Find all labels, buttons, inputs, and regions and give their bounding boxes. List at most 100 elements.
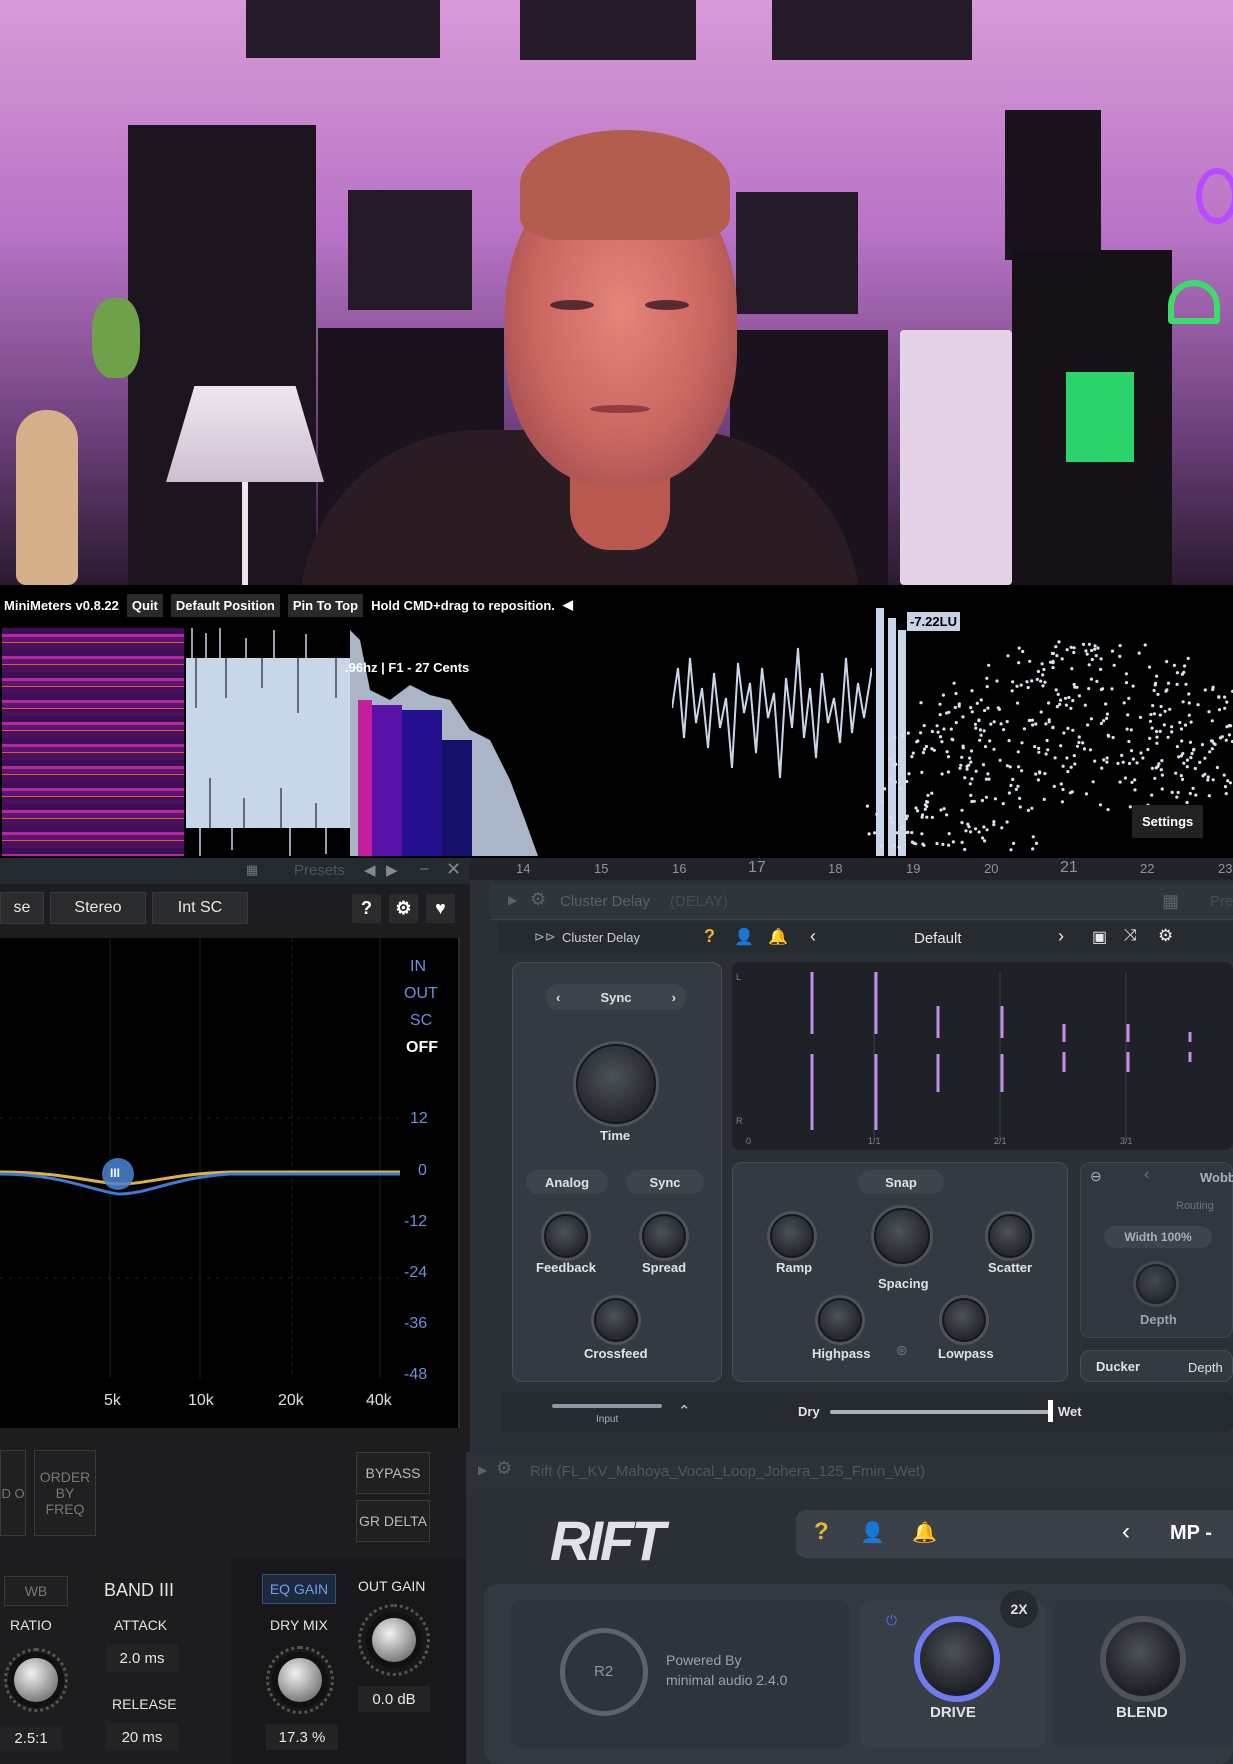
scope-dot xyxy=(979,733,983,737)
gear-icon[interactable]: ⚙ xyxy=(530,889,546,910)
wobble-toggle-icon[interactable]: ⊖ xyxy=(1090,1168,1102,1185)
power-icon[interactable]: ⏻ xyxy=(886,1612,897,1629)
gear-icon[interactable]: ⚙ xyxy=(389,894,418,923)
next-preset-icon[interactable]: ▶ xyxy=(386,861,398,879)
sync-toggle[interactable]: Sync xyxy=(626,1170,704,1194)
settings-button[interactable]: Settings xyxy=(1132,805,1204,838)
help-button[interactable]: ? xyxy=(814,1518,829,1546)
wobble-prev-icon[interactable]: ‹ xyxy=(1144,1166,1149,1184)
preset-name[interactable]: MP - xyxy=(1170,1522,1212,1545)
sync-selector[interactable]: ‹ Sync › xyxy=(546,984,686,1010)
settings-gear-icon[interactable]: ⚙ xyxy=(1158,926,1173,946)
preset-name[interactable]: Default xyxy=(914,930,962,947)
blend-knob[interactable] xyxy=(1100,1616,1186,1702)
gr-delta-button[interactable]: GR DELTA xyxy=(356,1500,430,1542)
drive-knob[interactable] xyxy=(914,1616,1000,1702)
attack-value[interactable]: 2.0 ms xyxy=(106,1644,178,1672)
collapse-up-icon[interactable]: ⌃ xyxy=(678,1402,691,1420)
depth-knob[interactable] xyxy=(1136,1264,1176,1304)
dry-mix-knob[interactable] xyxy=(278,1658,322,1702)
spacing-knob[interactable] xyxy=(874,1208,930,1264)
snap-toggle[interactable]: Snap xyxy=(858,1170,944,1194)
ramp-knob[interactable] xyxy=(770,1214,814,1258)
gear-icon[interactable]: ⚙ xyxy=(496,1458,512,1479)
bypass-button[interactable]: BYPASS xyxy=(356,1452,430,1494)
shuffle-icon[interactable]: ⤨ xyxy=(1124,927,1137,945)
release-value[interactable]: 20 ms xyxy=(106,1723,178,1751)
ratio-value[interactable]: 2.5:1 xyxy=(0,1726,62,1750)
expand-arrow-icon[interactable]: ▶ xyxy=(478,1463,487,1477)
help-button[interactable]: ? xyxy=(352,894,381,923)
bell-icon[interactable]: 🔔 xyxy=(768,927,788,947)
eq-graph[interactable]: III xyxy=(0,938,460,1428)
scope-dot xyxy=(974,726,978,730)
heart-icon[interactable]: ♥ xyxy=(426,894,455,923)
grid-icon[interactable]: ▦ xyxy=(246,862,258,878)
spread-knob[interactable] xyxy=(642,1214,686,1258)
scatter-knob[interactable] xyxy=(988,1214,1032,1258)
prev-preset-icon[interactable]: ‹ xyxy=(1122,1518,1130,1546)
ducker-depth-label[interactable]: Depth xyxy=(1188,1360,1223,1375)
out-gain-knob[interactable] xyxy=(372,1618,416,1662)
prev-preset-icon[interactable]: ‹ xyxy=(810,926,816,947)
help-button[interactable]: ? xyxy=(704,926,715,947)
presets-label[interactable]: Presets xyxy=(294,862,345,879)
out-label[interactable]: OUT xyxy=(404,985,438,1003)
pin-to-top-button[interactable]: Pin To Top xyxy=(287,593,364,617)
eq-gain-button[interactable]: EQ GAIN xyxy=(262,1574,336,1604)
tab-int-sc[interactable]: Int SC xyxy=(152,892,248,924)
width-chip[interactable]: Width 100% xyxy=(1104,1226,1212,1248)
prev-preset-icon[interactable]: ◀ xyxy=(364,861,376,879)
user-icon[interactable]: 👤 xyxy=(734,927,754,947)
tab-stereo[interactable]: Stereo xyxy=(50,892,146,924)
oversample-button[interactable]: 2X xyxy=(1000,1590,1038,1628)
dry-wet-handle[interactable] xyxy=(1048,1400,1053,1422)
user-icon[interactable]: 👤 xyxy=(860,1520,885,1545)
highpass-knob[interactable] xyxy=(818,1298,862,1342)
scope-dot xyxy=(1158,713,1162,717)
crossfeed-knob[interactable] xyxy=(594,1298,638,1342)
presets-label[interactable]: Pre xyxy=(1210,893,1233,910)
scope-dot xyxy=(1156,764,1160,768)
bell-icon[interactable]: 🔔 xyxy=(912,1520,937,1545)
timeline-ruler[interactable]: 14 15 16 17 18 19 20 21 22 23 xyxy=(470,858,1233,880)
in-label[interactable]: IN xyxy=(410,958,426,976)
cluster-delay-titlebar[interactable]: ▶ ⚙ Cluster Delay (DELAY) ▦ Pre xyxy=(490,884,1233,920)
out-gain-value[interactable]: 0.0 dB xyxy=(358,1686,430,1712)
sc-label[interactable]: SC xyxy=(410,1012,432,1030)
save-icon[interactable]: ▣ xyxy=(1092,927,1107,947)
sync-prev-icon[interactable]: ‹ xyxy=(556,990,560,1005)
sync-next-icon[interactable]: › xyxy=(672,990,676,1005)
band-node-label[interactable]: III xyxy=(110,1166,120,1180)
tab-mode[interactable]: se xyxy=(0,892,44,924)
dry-wet-slider[interactable] xyxy=(830,1410,1052,1414)
close-icon[interactable]: ✕ xyxy=(446,859,461,880)
scope-dot xyxy=(1067,695,1071,700)
link-icon[interactable]: ⊛ xyxy=(896,1342,908,1359)
scope-dot xyxy=(1059,698,1063,702)
delay-visualizer[interactable]: L R 0 1/1 2/1 3/1 xyxy=(732,962,1233,1150)
analog-toggle[interactable]: Analog xyxy=(526,1170,608,1194)
collapse-arrow-icon[interactable]: ◀ xyxy=(563,597,573,613)
time-knob[interactable] xyxy=(576,1044,656,1124)
minimize-icon[interactable]: – xyxy=(420,860,428,877)
expand-arrow-icon[interactable]: ▶ xyxy=(508,893,517,907)
lowpass-knob[interactable] xyxy=(942,1298,986,1342)
ratio-knob[interactable] xyxy=(14,1658,58,1702)
scope-dot xyxy=(1127,696,1131,700)
scope-dot xyxy=(925,804,929,808)
next-preset-icon[interactable]: › xyxy=(1058,926,1064,947)
input-slider[interactable] xyxy=(552,1404,662,1408)
default-position-button[interactable]: Default Position xyxy=(170,593,280,617)
grid-icon[interactable]: ▦ xyxy=(1162,891,1179,912)
rift-titlebar[interactable]: ▶ ⚙ Rift (FL_KV_Mahoya_Vocal_Loop_Johera… xyxy=(466,1452,1233,1490)
off-label[interactable]: OFF xyxy=(406,1039,438,1057)
ducker-label[interactable]: Ducker xyxy=(1096,1359,1140,1374)
order-by-freq-button[interactable]: ORDER BY FREQ xyxy=(34,1450,96,1536)
d-o-button[interactable]: D O xyxy=(0,1450,26,1536)
wb-button[interactable]: WB xyxy=(4,1576,68,1606)
scope-dot xyxy=(1149,712,1153,717)
dry-mix-value[interactable]: 17.3 % xyxy=(266,1724,338,1750)
feedback-knob[interactable] xyxy=(544,1214,588,1258)
quit-button[interactable]: Quit xyxy=(126,593,163,617)
